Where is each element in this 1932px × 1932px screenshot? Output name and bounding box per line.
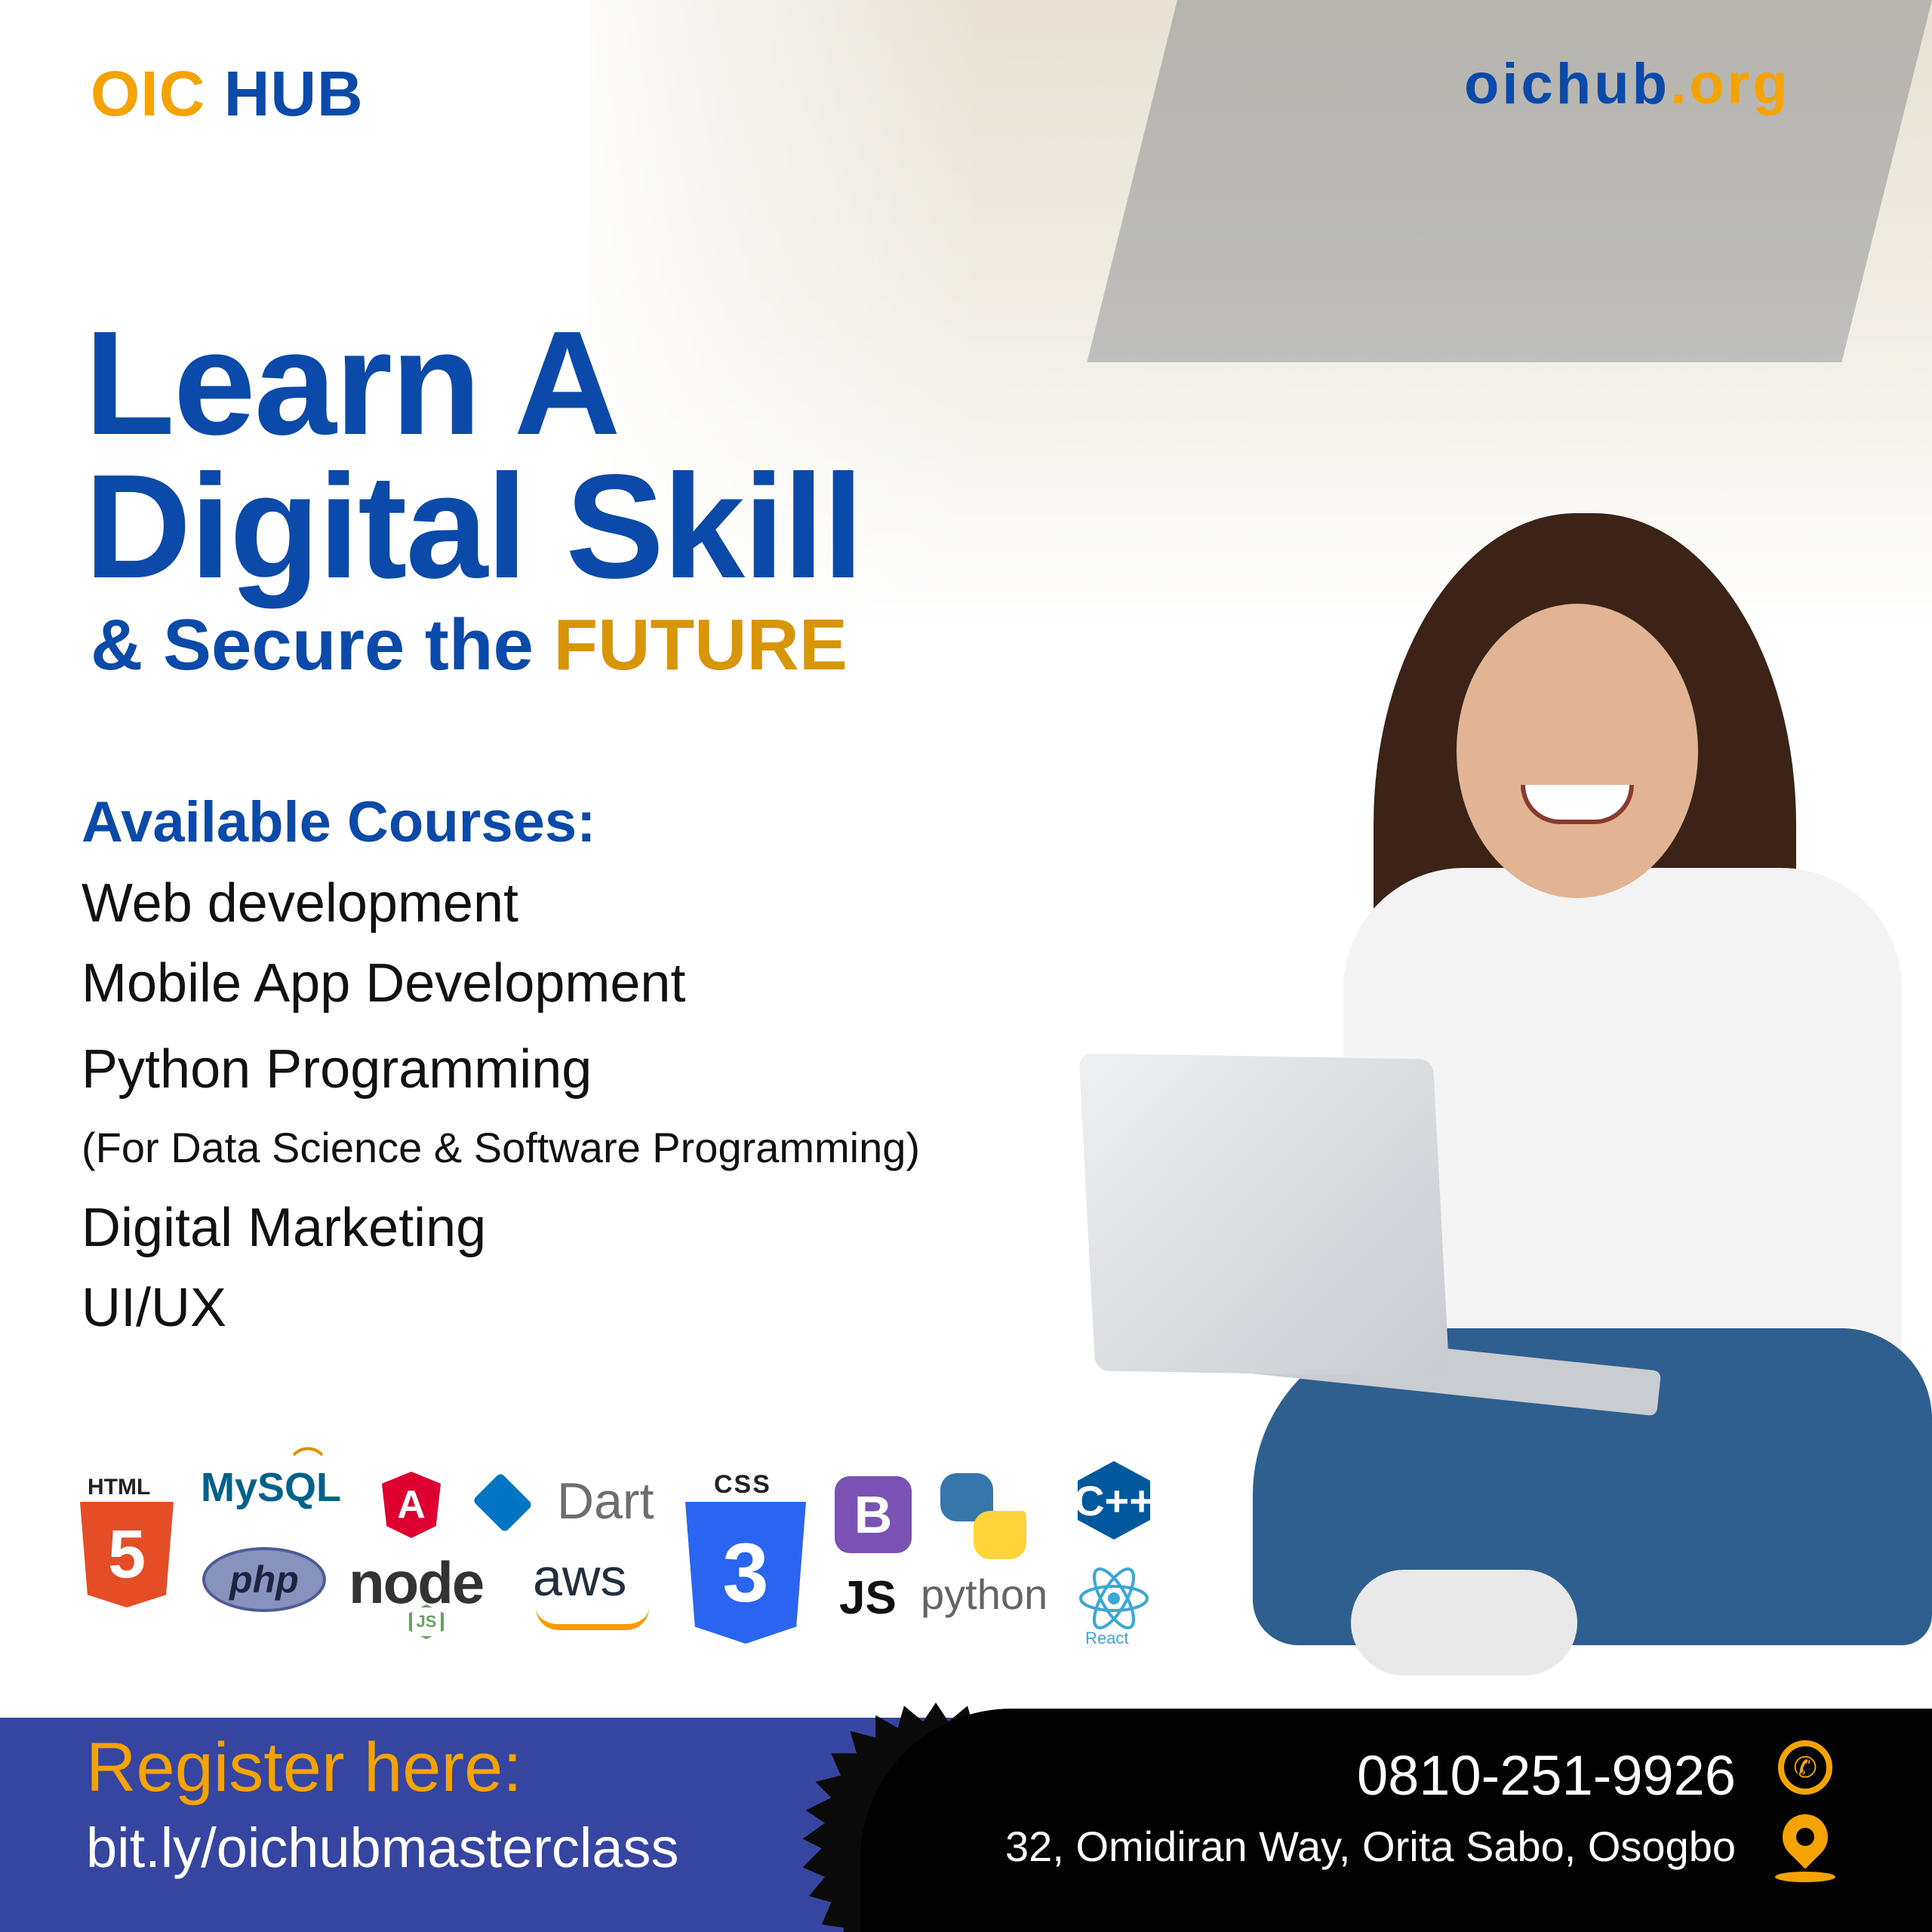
brand-logo: OIC HUB (91, 58, 364, 129)
course-item-note: (For Data Science & Software Programming… (82, 1124, 921, 1171)
laptop-lid (1078, 1053, 1450, 1377)
html-logo-label: HTML (88, 1475, 151, 1500)
phone-number[interactable]: 0810-251-9926 (1283, 1743, 1736, 1807)
headline-line-1: Learn A (85, 300, 620, 466)
dart-logo: Dart (557, 1472, 654, 1530)
phone-icon: ✆ (1778, 1740, 1832, 1795)
python-logo: python (921, 1571, 1048, 1618)
aws-smile-icon (536, 1607, 649, 1630)
location-pin-dot (1796, 1828, 1814, 1846)
css3-logo: 3 (685, 1502, 806, 1644)
bootstrap-logo: B (835, 1476, 912, 1553)
angular-logo: A (382, 1472, 441, 1538)
cpp-logo: C++ (1078, 1461, 1150, 1540)
python-snake-icon-bottom (974, 1511, 1026, 1559)
aws-logo: aws (533, 1548, 627, 1607)
dart-icon (472, 1472, 534, 1534)
course-item: Digital Marketing (82, 1198, 487, 1258)
html5-logo: 5 (80, 1502, 174, 1607)
register-link[interactable]: bit.ly/oichubmasterclass (86, 1816, 679, 1880)
javascript-logo: JS (839, 1572, 897, 1624)
mysql-dolphin-icon: ⌒ (293, 1447, 323, 1480)
woman-face (1457, 604, 1698, 898)
css-logo-label: CSS (714, 1470, 771, 1499)
courses-title: Available Courses: (82, 790, 596, 854)
website-url[interactable]: oichub.org (1464, 51, 1791, 117)
address: 32, Omidiran Way, Orita Sabo, Osogbo (1005, 1823, 1736, 1870)
footer-contact-panel (860, 1709, 1932, 1932)
course-item: Python Programming (82, 1039, 592, 1100)
nodejs-logo: node (349, 1549, 485, 1616)
headline-line-2: Digital Skill (85, 444, 863, 609)
location-pin-base (1775, 1872, 1835, 1882)
course-item: Web development (82, 873, 519, 934)
course-item: Mobile App Development (82, 953, 686, 1014)
react-logo-label: React (1085, 1629, 1129, 1647)
register-label: Register here: (86, 1729, 522, 1806)
react-atom-icon (1079, 1567, 1149, 1629)
headline-line-3: & Secure the FUTURE (91, 605, 848, 685)
course-item: UI/UX (82, 1278, 227, 1338)
php-logo: php (202, 1547, 326, 1612)
woman-shoe (1351, 1570, 1577, 1675)
